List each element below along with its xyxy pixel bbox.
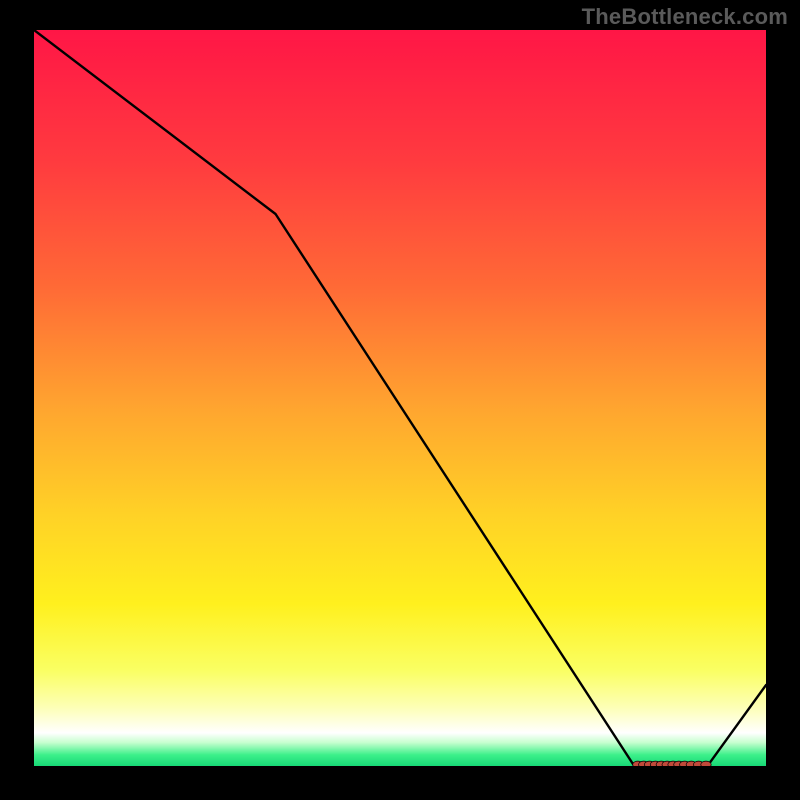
chart-container: { "watermark": "TheBottleneck.com", "col… — [0, 0, 800, 800]
plot-area — [34, 30, 766, 766]
watermark-text: TheBottleneck.com — [582, 4, 788, 30]
optimum-marker — [701, 761, 711, 768]
optimum-markers — [633, 761, 711, 768]
heat-gradient-chart — [0, 0, 800, 800]
